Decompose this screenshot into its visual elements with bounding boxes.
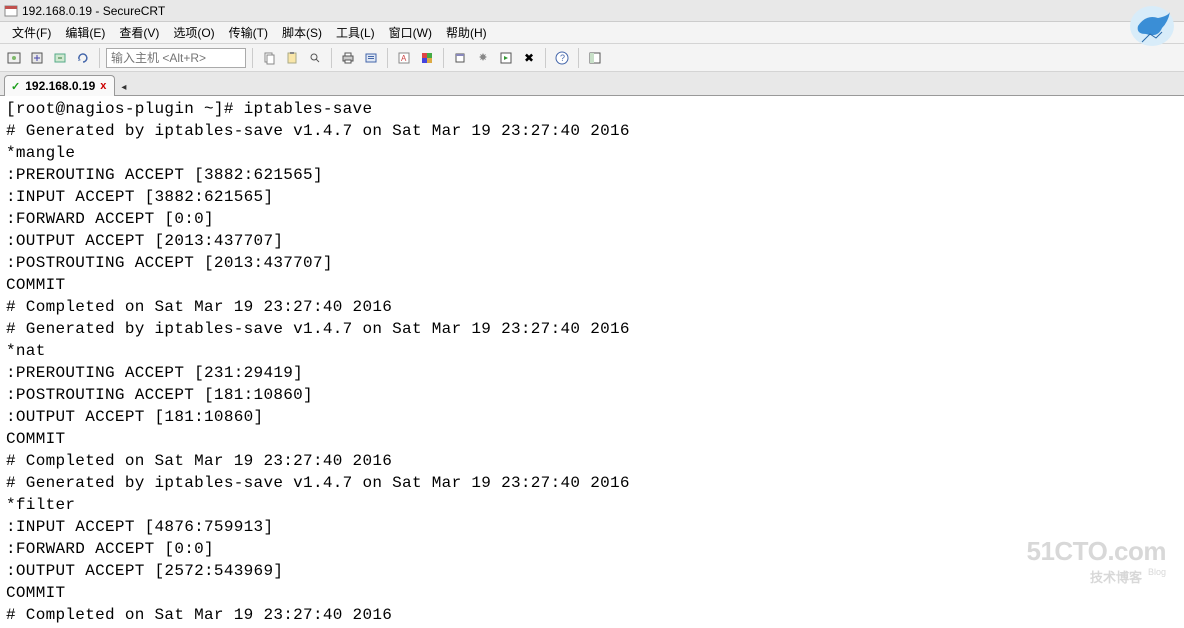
help-button[interactable]: ? [552, 48, 572, 68]
close-tab-button[interactable]: x [100, 80, 106, 92]
toolbar-separator [545, 48, 546, 68]
menu-help[interactable]: 帮助(H) [440, 22, 493, 43]
new-window-button[interactable] [450, 48, 470, 68]
app-icon [4, 4, 18, 18]
menu-transfer[interactable]: 传输(T) [223, 22, 274, 43]
terminal-output[interactable]: [root@nagios-plugin ~]# iptables-save # … [0, 96, 1184, 628]
print-button[interactable] [338, 48, 358, 68]
script-stop-button[interactable]: ✖ [519, 48, 539, 68]
toolbar-separator [331, 48, 332, 68]
toolbar-separator [387, 48, 388, 68]
menu-script[interactable]: 脚本(S) [276, 22, 328, 43]
quick-connect-button[interactable] [27, 48, 47, 68]
session-tab[interactable]: ✓ 192.168.0.19 x [4, 75, 115, 96]
menu-file[interactable]: 文件(F) [6, 22, 57, 43]
color-button[interactable] [417, 48, 437, 68]
toggle-sidebar-button[interactable] [585, 48, 605, 68]
menu-tools[interactable]: 工具(L) [330, 22, 381, 43]
toolbar-separator [99, 48, 100, 68]
find-button[interactable] [305, 48, 325, 68]
tabbar: ✓ 192.168.0.19 x ◂ [0, 72, 1184, 96]
connected-icon: ✓ [11, 80, 20, 93]
menu-options[interactable]: 选项(O) [167, 22, 220, 43]
toolbar-separator [578, 48, 579, 68]
menu-window[interactable]: 窗口(W) [383, 22, 438, 43]
tab-label: 192.168.0.19 [25, 79, 95, 93]
session-options-button[interactable] [361, 48, 381, 68]
reconnect-button[interactable] [73, 48, 93, 68]
settings-button[interactable] [473, 48, 493, 68]
toolbar-separator [252, 48, 253, 68]
font-button[interactable]: A [394, 48, 414, 68]
bird-logo [1128, 4, 1176, 52]
toolbar: A ✖ ? [0, 44, 1184, 72]
copy-button[interactable] [259, 48, 279, 68]
tab-list-dropdown[interactable]: ◂ [117, 80, 130, 95]
window-title: 192.168.0.19 - SecureCRT [22, 4, 165, 18]
disconnect-button[interactable] [50, 48, 70, 68]
svg-text:A: A [401, 54, 407, 63]
svg-text:?: ? [560, 53, 565, 63]
menubar: 文件(F) 编辑(E) 查看(V) 选项(O) 传输(T) 脚本(S) 工具(L… [0, 22, 1184, 44]
toolbar-separator [443, 48, 444, 68]
menu-view[interactable]: 查看(V) [113, 22, 165, 43]
host-input[interactable] [106, 48, 246, 68]
paste-button[interactable] [282, 48, 302, 68]
script-run-button[interactable] [496, 48, 516, 68]
connect-button[interactable] [4, 48, 24, 68]
titlebar: 192.168.0.19 - SecureCRT [0, 0, 1184, 22]
menu-edit[interactable]: 编辑(E) [59, 22, 111, 43]
